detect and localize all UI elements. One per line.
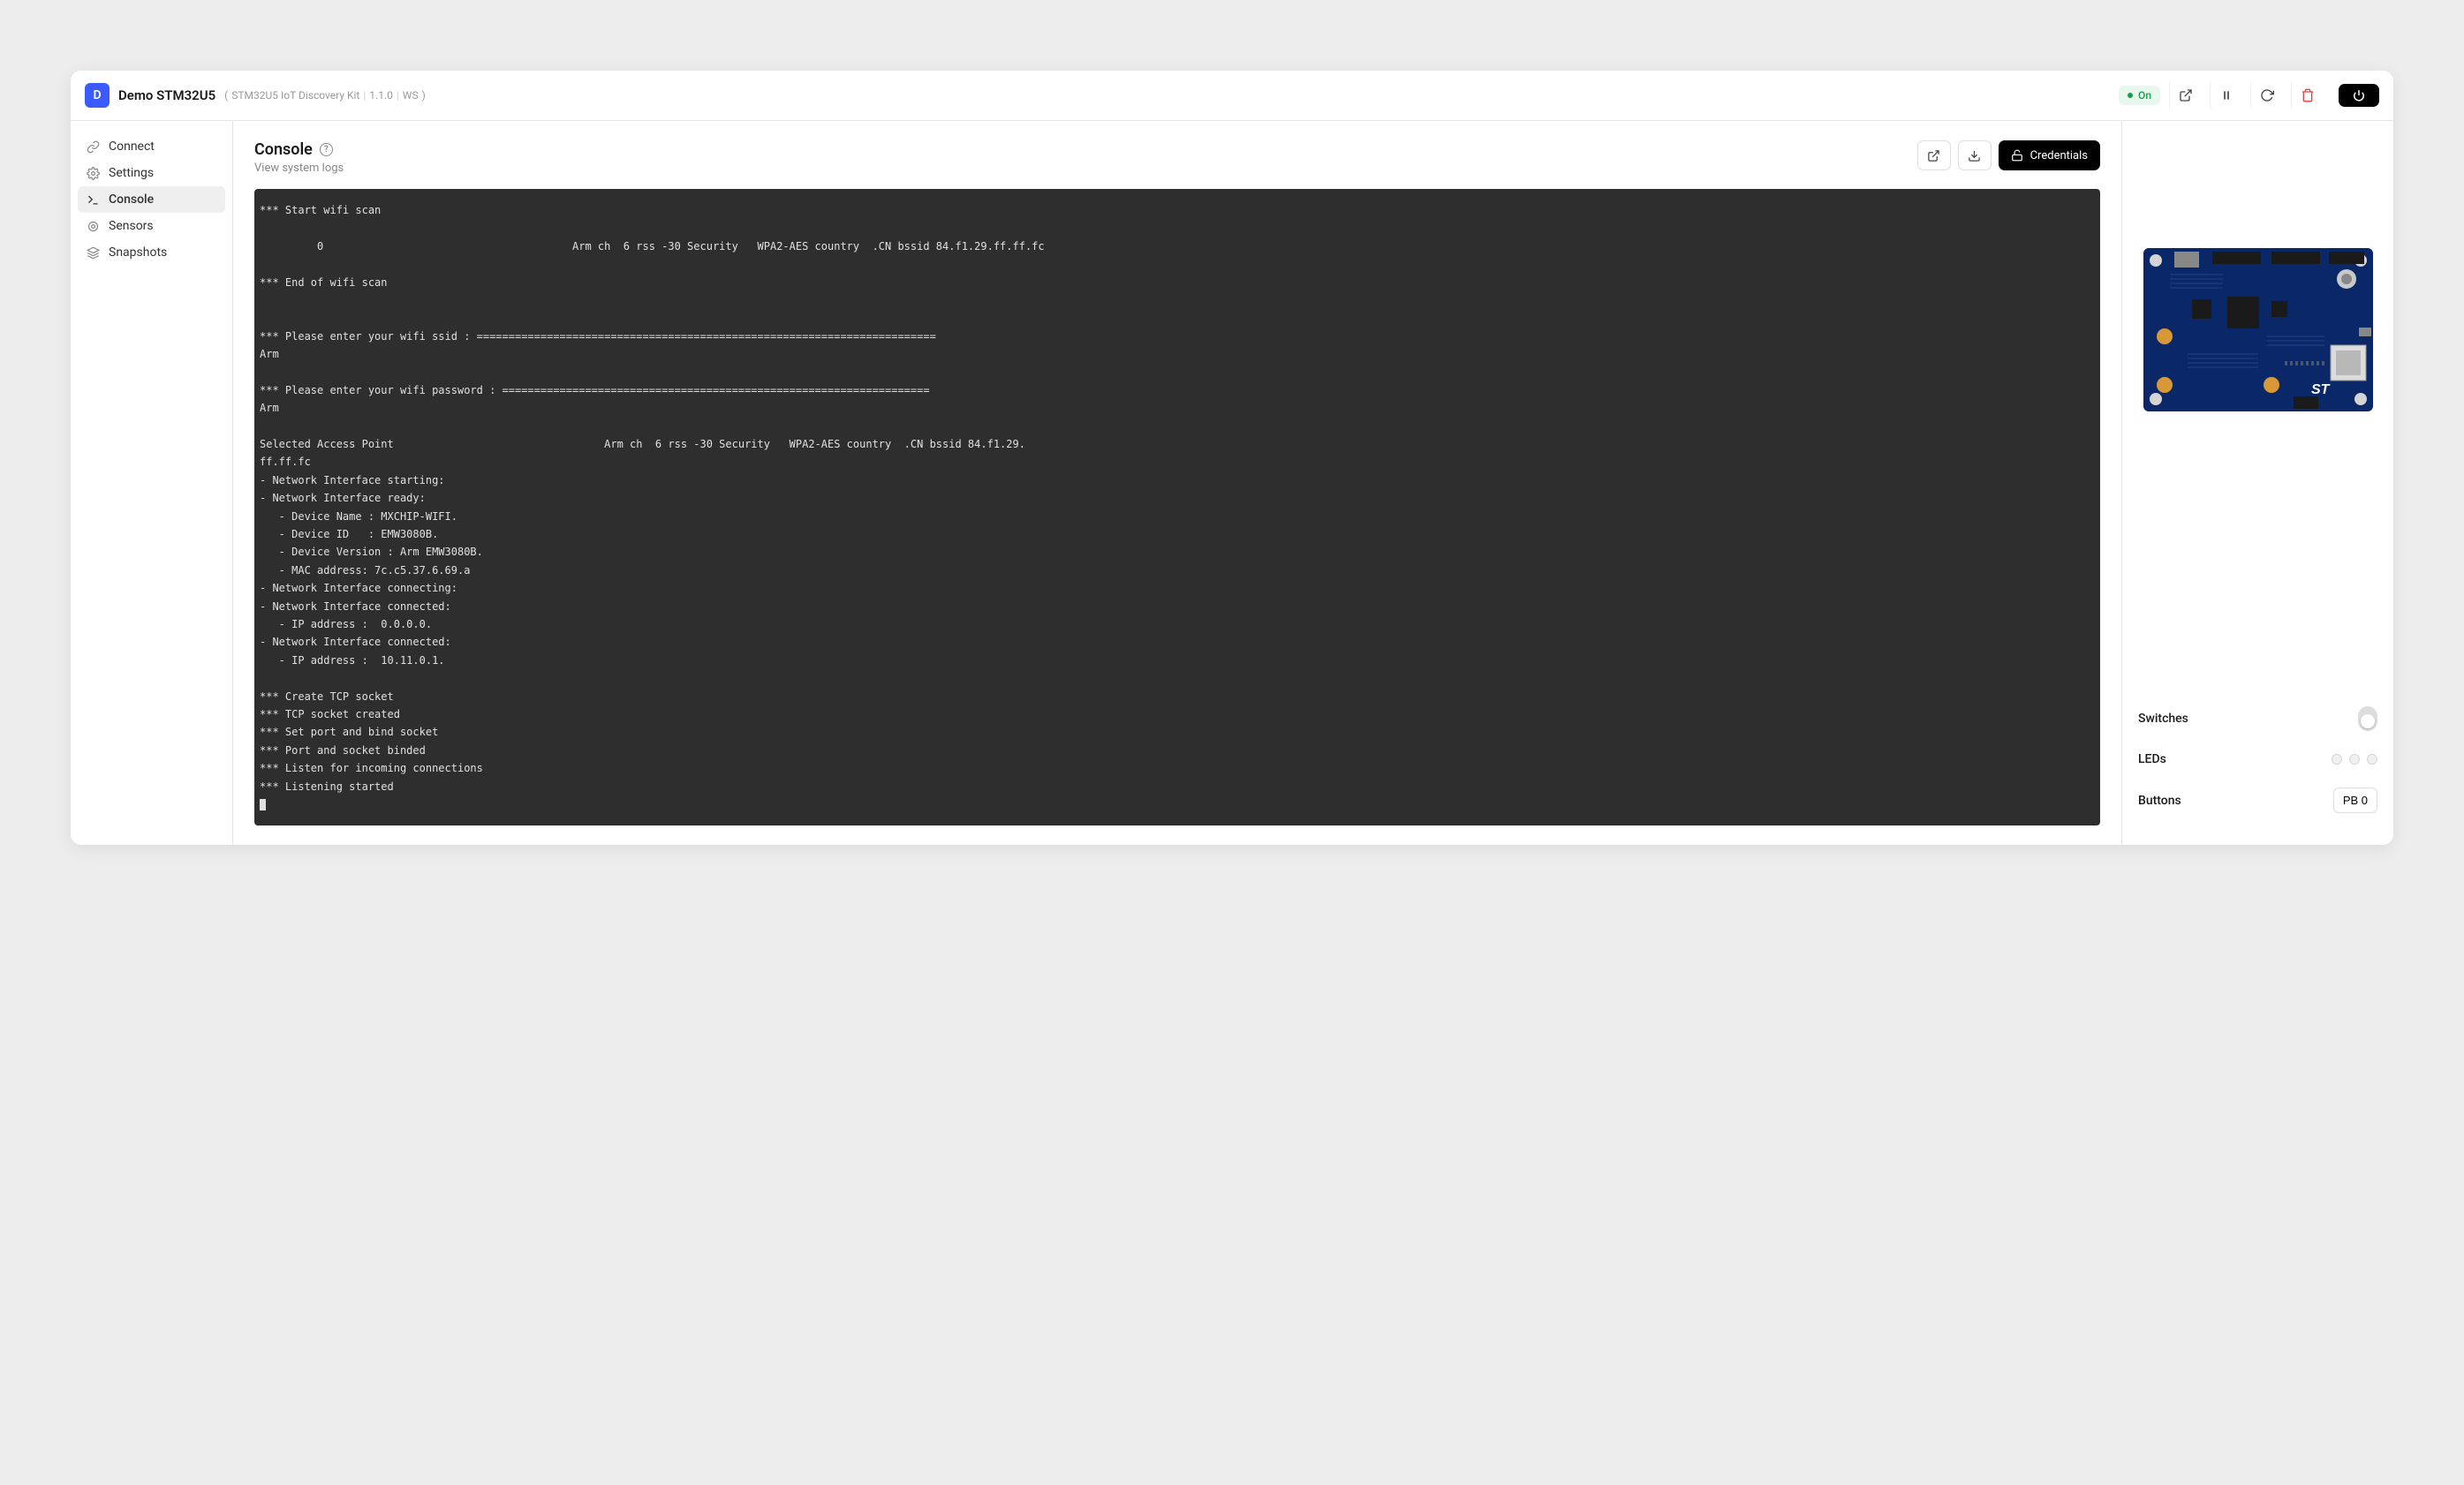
external-link-button[interactable] (2169, 79, 2201, 111)
buttons-row: Buttons PB 0 (2138, 777, 2377, 824)
switches-row: Switches (2138, 696, 2377, 742)
delete-button[interactable] (2291, 79, 2323, 111)
buttons-label: Buttons (2138, 794, 2181, 808)
external-link-icon (1927, 149, 1940, 162)
version-label: 1.1.0 (369, 89, 393, 102)
switches-label: Switches (2138, 712, 2188, 726)
board-image: ST (2143, 248, 2373, 411)
external-link-icon (2179, 88, 2193, 102)
status-dot-icon (2128, 93, 2133, 98)
pb0-button[interactable]: PB 0 (2333, 788, 2377, 813)
led-indicator (2367, 754, 2377, 765)
sidebar-item-console[interactable]: Console (78, 186, 225, 213)
trash-icon (2301, 88, 2315, 102)
pause-icon (2219, 88, 2233, 102)
device-controls: Switches LEDs Buttons PB 0 (2138, 696, 2377, 824)
lock-open-icon (2011, 149, 2023, 162)
sidebar-item-snapshots[interactable]: Snapshots (78, 239, 225, 266)
content-header: Console ? View system logs Credent (254, 140, 2100, 175)
pause-button[interactable] (2210, 79, 2241, 111)
credentials-label: Credentials (2030, 149, 2088, 162)
link-icon (87, 140, 100, 154)
body: Connect Settings Console Sensors Snapsho… (71, 121, 2393, 845)
led-group (2332, 754, 2377, 765)
terminal-output[interactable]: *** Start wifi scan 0 Arm ch 6 rss -30 S… (254, 189, 2100, 825)
sidebar-item-label: Snapshots (109, 245, 167, 260)
project-title: Demo STM32U5 (118, 87, 215, 103)
led-indicator (2349, 754, 2360, 765)
terminal-cursor (260, 799, 266, 810)
sensors-icon (87, 220, 100, 233)
sidebar: Connect Settings Console Sensors Snapsho… (71, 121, 233, 845)
project-avatar: D (85, 83, 110, 108)
refresh-button[interactable] (2250, 79, 2282, 111)
leds-label: LEDs (2138, 752, 2166, 766)
kit-name: STM32U5 IoT Discovery Kit (231, 89, 359, 102)
sidebar-item-label: Sensors (109, 219, 154, 233)
sidebar-item-label: Console (109, 192, 154, 207)
sidebar-item-sensors[interactable]: Sensors (78, 213, 225, 239)
refresh-icon (2260, 88, 2274, 102)
sidebar-item-connect[interactable]: Connect (78, 133, 225, 160)
app-window: D Demo STM32U5 ( STM32U5 IoT Discovery K… (71, 71, 2393, 845)
terminal-icon (87, 193, 100, 207)
page-title: Console ? (254, 140, 344, 159)
svg-text:ST: ST (2311, 382, 2331, 397)
power-icon (2353, 89, 2365, 102)
device-panel: ST Switches LEDs Buttons PB (2121, 121, 2393, 845)
credentials-button[interactable]: Credentials (1999, 140, 2100, 170)
leds-row: LEDs (2138, 742, 2377, 777)
sidebar-item-label: Connect (109, 139, 155, 154)
download-button[interactable] (1958, 140, 1992, 170)
status-text: On (2138, 89, 2151, 102)
layers-icon (87, 246, 100, 260)
main-content: Console ? View system logs Credent (233, 121, 2121, 845)
page-subtitle: View system logs (254, 162, 344, 175)
help-icon[interactable]: ? (320, 143, 333, 156)
terminal-text: *** Start wifi scan 0 Arm ch 6 rss -30 S… (260, 204, 1045, 793)
power-button[interactable] (2339, 84, 2379, 107)
open-external-button[interactable] (1917, 140, 1951, 170)
switch-toggle[interactable] (2358, 706, 2377, 731)
sidebar-item-label: Settings (109, 166, 154, 180)
status-badge: On (2119, 86, 2160, 105)
led-indicator (2332, 754, 2342, 765)
header-bar: D Demo STM32U5 ( STM32U5 IoT Discovery K… (71, 71, 2393, 121)
ws-label: WS (403, 89, 419, 102)
download-icon (1968, 149, 1981, 162)
gear-icon (87, 167, 100, 180)
project-meta: ( STM32U5 IoT Discovery Kit | 1.1.0 | WS… (224, 89, 426, 102)
sidebar-item-settings[interactable]: Settings (78, 160, 225, 186)
